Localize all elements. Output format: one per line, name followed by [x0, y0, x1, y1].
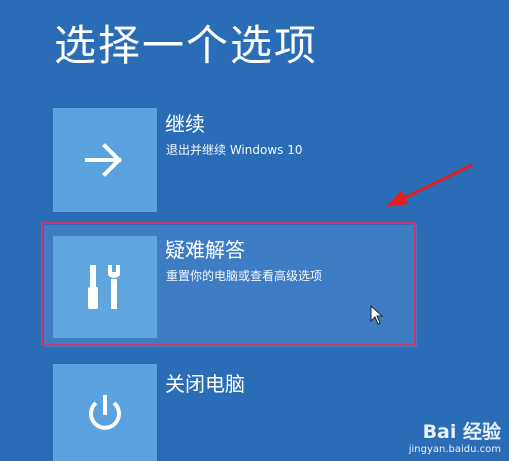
annotation-arrow-icon — [386, 163, 473, 207]
mouse-cursor-icon — [370, 305, 384, 325]
power-icon — [53, 364, 157, 461]
page-title: 选择一个选项 — [54, 21, 319, 70]
option-label: 关闭电脑 — [165, 372, 245, 396]
arrow-right-icon — [53, 108, 157, 212]
watermark-url: jingyan.baidu.com — [408, 444, 501, 455]
baidu-watermark: Bai 经验 jingyan.baidu.com — [409, 417, 501, 455]
option-shutdown[interactable]: 关闭电脑 — [53, 364, 413, 461]
highlight-frame — [41, 222, 416, 346]
watermark-brand: Bai 经验 — [422, 421, 501, 443]
option-description: 退出并继续 Windows 10 — [166, 143, 303, 157]
option-label: 继续 — [165, 112, 205, 136]
option-continue[interactable]: 继续 退出并继续 Windows 10 — [53, 108, 413, 212]
